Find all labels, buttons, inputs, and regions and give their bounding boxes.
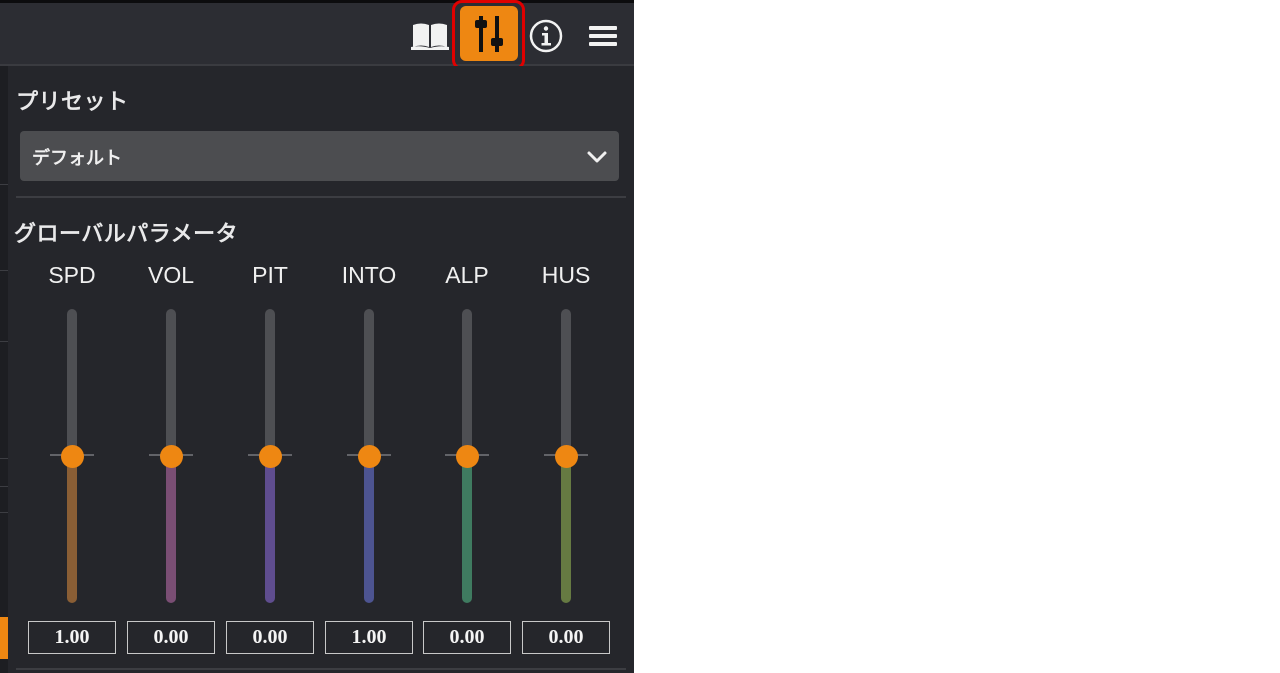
slider-fill-alp[interactable] [462, 456, 472, 603]
param-label-into: INTO [341, 262, 397, 288]
sliders-button[interactable] [460, 6, 518, 61]
param-label-vol: VOL [147, 262, 195, 288]
param-label-spd: SPD [48, 262, 96, 288]
param-label-hus: HUS [541, 262, 591, 288]
slider-fill-vol[interactable] [166, 456, 176, 603]
slider-track-spd[interactable] [67, 309, 77, 456]
preset-section-title: プリセット [16, 90, 129, 115]
slider-track-pit[interactable] [265, 309, 275, 456]
sliders-icon [475, 15, 503, 52]
value-input-into[interactable]: 1.00 [325, 621, 413, 654]
value-input-hus[interactable]: 0.00 [522, 621, 610, 654]
slider-track-vol[interactable] [166, 309, 176, 456]
slider-track-alp[interactable] [462, 309, 472, 456]
value-input-vol[interactable]: 0.00 [127, 621, 215, 654]
param-label-alp: ALP [445, 262, 489, 288]
background-panel-edge [0, 66, 8, 673]
slider-handle-hus[interactable] [554, 444, 578, 468]
value-input-spd[interactable]: 1.00 [28, 621, 116, 654]
slider-fill-into[interactable] [364, 456, 374, 603]
slider-handle-vol[interactable] [159, 444, 183, 468]
slider-handle-spd[interactable] [60, 444, 84, 468]
slider-handle-pit[interactable] [258, 444, 282, 468]
book-icon-glyph [411, 23, 449, 50]
slider-fill-spd[interactable] [67, 456, 77, 603]
preset-selected-value: デフォルト [32, 148, 122, 169]
slider-track-hus[interactable] [561, 309, 571, 456]
value-input-pit[interactable]: 0.00 [226, 621, 314, 654]
chevron-down-icon [587, 151, 607, 163]
hamburger-menu-icon[interactable] [581, 14, 625, 58]
slider-fill-pit[interactable] [265, 456, 275, 603]
bottom-divider [16, 668, 626, 670]
info-icon[interactable] [524, 14, 568, 58]
slider-fill-hus[interactable] [561, 456, 571, 603]
preset-select[interactable]: デフォルト [20, 131, 619, 181]
menu-icon-glyph [589, 26, 617, 46]
slider-track-into[interactable] [364, 309, 374, 456]
global-params-title: グローバルパラメータ [14, 222, 239, 247]
slider-handle-into[interactable] [357, 444, 381, 468]
param-label-pit: PIT [252, 262, 288, 288]
info-icon-glyph [529, 19, 563, 53]
value-input-alp[interactable]: 0.00 [423, 621, 511, 654]
slider-handle-alp[interactable] [455, 444, 479, 468]
book-icon[interactable] [408, 14, 452, 58]
section-divider [16, 196, 626, 198]
app-window: プリセット デフォルト グローバルパラメータ SPD 1.00 VOL 0.00 PIT… [0, 0, 634, 673]
